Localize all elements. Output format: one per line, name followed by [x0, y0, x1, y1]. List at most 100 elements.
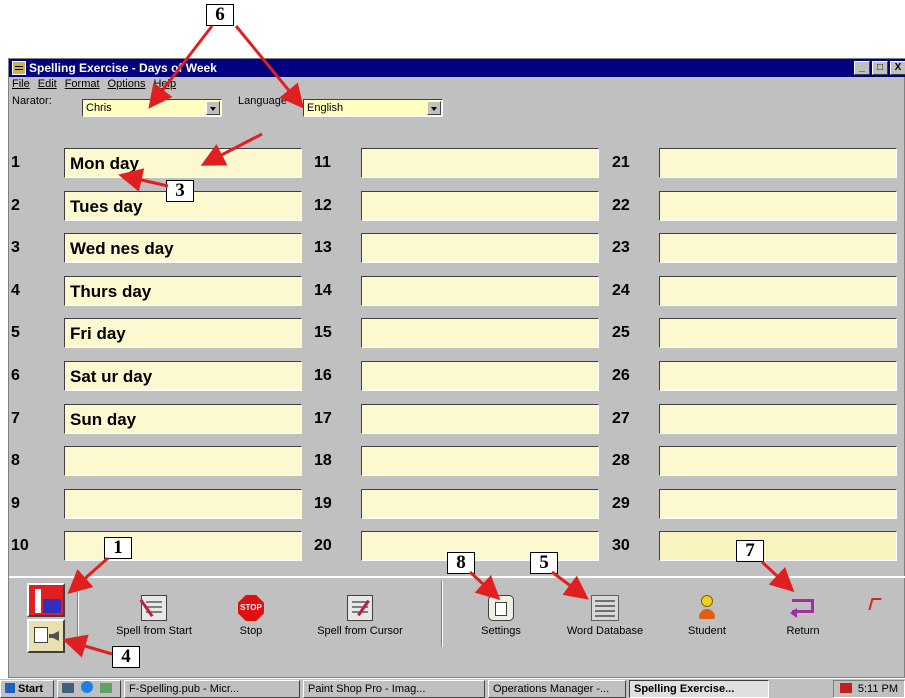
word-field-4[interactable]: Thurs day: [64, 275, 302, 306]
student-button[interactable]: Student: [675, 595, 739, 637]
word-field-25[interactable]: [659, 318, 897, 349]
word-number: 16: [314, 367, 332, 384]
word-field-19[interactable]: [361, 488, 599, 519]
return-button[interactable]: Return: [771, 595, 835, 637]
narrator-value: Chris: [86, 102, 112, 114]
word-database-button[interactable]: Word Database: [557, 595, 653, 637]
word-field-24[interactable]: [659, 275, 897, 306]
word-field-8[interactable]: [64, 446, 302, 477]
minimize-button[interactable]: _: [854, 61, 870, 75]
taskbar-item-operations[interactable]: Operations Manager -...: [488, 679, 626, 698]
word-field-29[interactable]: [659, 488, 897, 519]
taskbar-item-paint-shop[interactable]: Paint Shop Pro - Imag...: [303, 679, 485, 698]
menu-edit[interactable]: Edit: [38, 78, 57, 92]
word-field-5[interactable]: Fri day: [64, 318, 302, 349]
word-number: 24: [612, 281, 630, 299]
spell-start-icon: [139, 595, 167, 621]
spell-from-cursor-label: Spell from Cursor: [317, 625, 403, 637]
word-number: 14: [314, 281, 332, 299]
word-field-13[interactable]: [361, 233, 599, 264]
word-field-23[interactable]: [659, 233, 897, 264]
taskbar-item-spelling[interactable]: Spelling Exercise...: [629, 679, 769, 698]
narrator-select[interactable]: Chris: [82, 99, 222, 117]
word-number: 29: [612, 494, 630, 512]
browser-icon[interactable]: [81, 680, 94, 693]
menu-format[interactable]: Format: [65, 78, 100, 92]
stop-label: Stop: [239, 625, 263, 637]
word-number: 4: [11, 281, 20, 299]
maximize-button[interactable]: □: [872, 61, 888, 75]
window-controls: _ □ X: [854, 61, 905, 75]
word-field-18[interactable]: [361, 446, 599, 477]
menu-options[interactable]: Options: [108, 78, 146, 92]
speaker-mode-button[interactable]: [27, 619, 73, 653]
word-field-30[interactable]: [659, 531, 897, 562]
database-icon: [591, 595, 619, 621]
word-number: 11: [314, 154, 331, 171]
word-number: 3: [11, 239, 20, 257]
word-field-3[interactable]: Wed nes day: [64, 233, 302, 264]
close-button[interactable]: X: [890, 61, 905, 75]
word-number: 23: [612, 239, 630, 257]
word-number: 9: [11, 494, 20, 512]
word-number: 2: [11, 196, 20, 214]
narrator-label: Narator:: [12, 95, 52, 107]
spell-from-start-button[interactable]: Spell from Start: [99, 595, 209, 637]
word-field-12[interactable]: [361, 190, 599, 221]
callout-6: 6: [206, 4, 234, 26]
word-number: 26: [612, 367, 630, 384]
student-icon: [694, 595, 720, 621]
word-field-22[interactable]: [659, 190, 897, 221]
desktop-icon[interactable]: [62, 682, 74, 693]
taskbar-item-publisher[interactable]: F-Spelling.pub - Micr...: [124, 679, 300, 698]
stop-icon: STOP: [238, 595, 264, 621]
taskbar-item-label: Paint Shop Pro - Imag...: [308, 682, 426, 695]
exit-button[interactable]: [867, 595, 891, 611]
word-field-21[interactable]: [659, 148, 897, 178]
word-number: 28: [612, 452, 630, 470]
menu-bar: File Edit Format Options Help: [12, 78, 176, 92]
word-field-16[interactable]: [361, 361, 599, 391]
word-field-9[interactable]: [64, 488, 302, 519]
word-field-10[interactable]: [64, 531, 302, 562]
word-number: 25: [612, 324, 630, 342]
start-button[interactable]: Start: [0, 679, 54, 698]
app-window: Spelling Exercise - Days of Week _ □ X F…: [8, 58, 905, 678]
tray-icon[interactable]: [839, 682, 852, 693]
word-number: 30: [612, 537, 630, 555]
toolbar-divider: [441, 581, 443, 647]
spell-cursor-icon: [347, 595, 373, 621]
word-field-14[interactable]: [361, 275, 599, 306]
spell-from-cursor-button[interactable]: Spell from Cursor: [305, 595, 415, 637]
word-field-28[interactable]: [659, 446, 897, 477]
word-field-11[interactable]: [361, 148, 599, 178]
language-label: Language: [238, 95, 287, 107]
chevron-down-icon[interactable]: [206, 101, 220, 115]
word-number: 7: [11, 409, 20, 427]
word-field-7[interactable]: Sun day: [64, 403, 302, 434]
word-number: 13: [314, 239, 332, 257]
return-label: Return: [786, 625, 820, 637]
menu-help[interactable]: Help: [153, 78, 176, 92]
word-field-27[interactable]: [659, 403, 897, 434]
word-field-26[interactable]: [659, 361, 897, 391]
return-icon: [790, 595, 816, 621]
channels-icon[interactable]: [100, 682, 113, 693]
word-field-6[interactable]: Sat ur day: [64, 361, 302, 391]
app-icon: [12, 61, 26, 75]
callout-4: 4: [112, 646, 140, 668]
word-field-17[interactable]: [361, 403, 599, 434]
chevron-down-icon[interactable]: [427, 101, 441, 115]
toolbar-divider: [77, 581, 79, 647]
language-select[interactable]: English: [303, 99, 443, 117]
callout-3: 3: [166, 180, 194, 202]
word-field-15[interactable]: [361, 318, 599, 349]
quick-launch: [57, 679, 121, 698]
word-field-1[interactable]: Mon day: [64, 148, 302, 178]
menu-file[interactable]: File: [12, 78, 30, 92]
spell-mode-button[interactable]: [27, 583, 73, 617]
taskbar-item-label: Operations Manager -...: [493, 682, 610, 695]
settings-button[interactable]: Settings: [469, 595, 533, 637]
word-field-20[interactable]: [361, 531, 599, 562]
stop-button[interactable]: STOP Stop: [221, 595, 281, 637]
